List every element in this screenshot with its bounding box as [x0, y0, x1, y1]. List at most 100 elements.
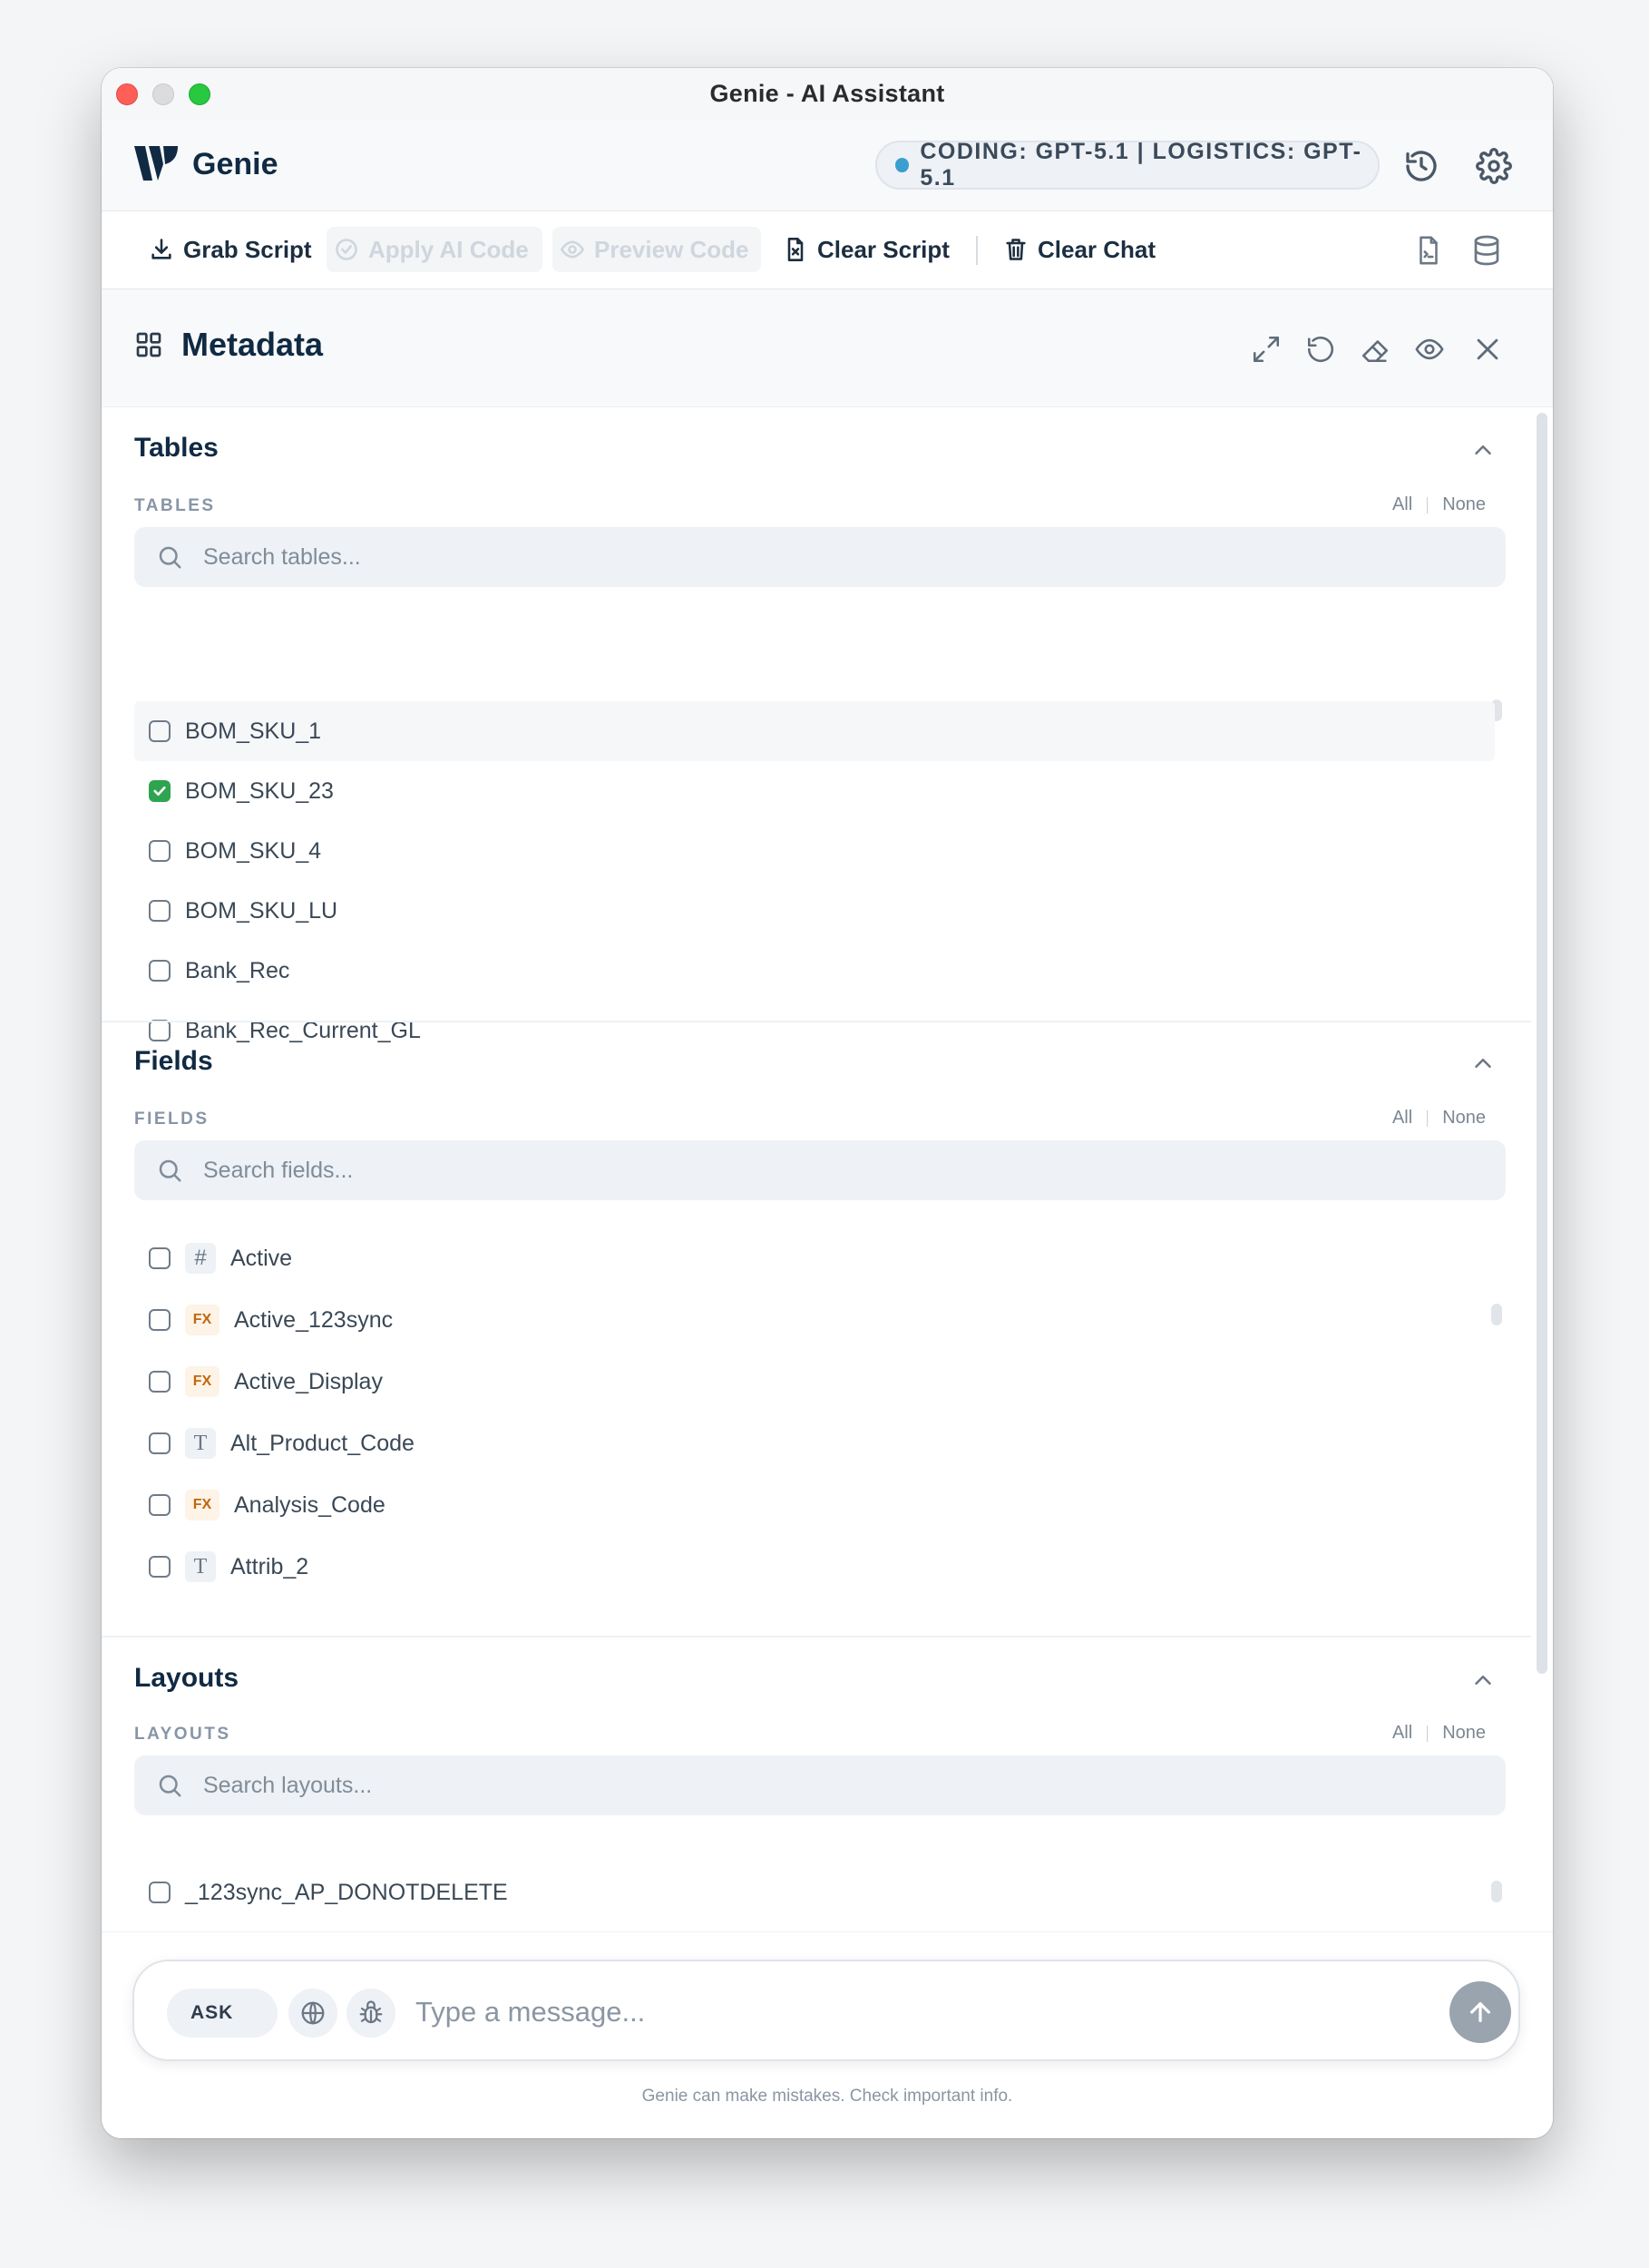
checkbox[interactable]: [149, 900, 171, 922]
history-icon[interactable]: [1402, 147, 1440, 185]
layouts-title: Layouts: [134, 1663, 239, 1693]
field-item[interactable]: T Alt_Product_Code: [134, 1413, 1495, 1474]
chevron-up-icon[interactable]: [1469, 436, 1497, 464]
brand: Genie: [132, 144, 278, 184]
model-status-text: CODING: GPT-5.1 | LOGISTICS: GPT-5.1: [920, 139, 1362, 191]
window-controls: [116, 83, 210, 105]
layout-item-label: _123sync_AP_DONOTDELETE: [185, 1879, 508, 1905]
minimize-window-button[interactable]: [152, 83, 174, 105]
grab-script-button[interactable]: Grab Script: [141, 227, 319, 272]
globe-icon[interactable]: [288, 1989, 337, 2038]
metadata-title: Metadata: [134, 326, 323, 364]
panel-scrollbar[interactable]: [1537, 413, 1547, 1674]
metadata-title-text: Metadata: [181, 326, 324, 363]
layouts-select-all[interactable]: All: [1392, 1723, 1412, 1744]
table-item[interactable]: BOM_SKU_1: [134, 701, 1495, 761]
chat-composer: ASK: [132, 1960, 1520, 2061]
apply-ai-code-label: Apply AI Code: [368, 235, 529, 263]
mode-toggle-button[interactable]: ASK: [167, 1989, 278, 2038]
chevron-up-icon[interactable]: [1469, 1667, 1497, 1694]
close-icon[interactable]: [1469, 331, 1506, 367]
eye-icon[interactable]: [1411, 331, 1448, 367]
fields-title: Fields: [134, 1046, 213, 1076]
checkbox[interactable]: [149, 960, 171, 982]
title-bar: Genie - AI Assistant: [102, 68, 1553, 120]
refresh-icon[interactable]: [1303, 331, 1339, 367]
fields-select-none[interactable]: None: [1442, 1108, 1486, 1129]
checkbox[interactable]: [149, 840, 171, 862]
expand-icon[interactable]: [1248, 331, 1284, 367]
table-item[interactable]: Bank_Rec: [134, 941, 1495, 1001]
grab-script-label: Grab Script: [183, 235, 312, 263]
close-window-button[interactable]: [116, 83, 138, 105]
clear-script-button[interactable]: Clear Script: [776, 227, 957, 272]
table-item[interactable]: BOM_SKU_4: [134, 821, 1495, 881]
settings-gear-icon[interactable]: [1475, 147, 1513, 185]
table-item[interactable]: BOM_SKU_LU: [134, 881, 1495, 941]
maximize-window-button[interactable]: [189, 83, 210, 105]
metadata-panel[interactable]: Tables TABLES All None BOM_SKU_1: [102, 407, 1531, 1931]
field-item[interactable]: # Active: [134, 1227, 1495, 1289]
field-item[interactable]: FX Active_123sync: [134, 1289, 1495, 1351]
chat-area: ASK Genie can make mistakes. Check impor…: [102, 1931, 1553, 2138]
clear-script-label: Clear Script: [817, 235, 950, 263]
script-file-icon[interactable]: [1410, 231, 1448, 269]
layouts-select-none[interactable]: None: [1442, 1723, 1486, 1744]
layout-item[interactable]: _123sync_AP_DONOTDELETE: [134, 1862, 1495, 1922]
table-item-label: BOM_SKU_LU: [185, 897, 338, 924]
fields-search[interactable]: [134, 1140, 1506, 1200]
layouts-search[interactable]: [134, 1755, 1506, 1815]
formula-type-icon: FX: [185, 1366, 220, 1397]
field-item-label: Active: [230, 1245, 293, 1271]
checkbox[interactable]: [149, 1247, 171, 1269]
field-item-label: Active_123sync: [234, 1306, 394, 1333]
field-item[interactable]: FX Analysis_Code: [134, 1474, 1495, 1536]
message-input[interactable]: [415, 1987, 1368, 2038]
toolbar: Grab Script Apply AI Code Preview Code C…: [102, 211, 1553, 289]
database-icon[interactable]: [1468, 231, 1506, 269]
fields-select-all[interactable]: All: [1392, 1108, 1412, 1129]
genie-logo-icon: [134, 146, 178, 181]
preview-code-button[interactable]: Preview Code: [552, 227, 761, 272]
table-item[interactable]: BOM_SKU_23: [134, 761, 1495, 821]
checkbox[interactable]: [149, 1432, 171, 1454]
fields-search-input[interactable]: [203, 1157, 1382, 1184]
bug-icon[interactable]: [346, 1989, 395, 2038]
number-type-icon: #: [185, 1243, 216, 1274]
checkbox[interactable]: [149, 1309, 171, 1331]
field-item[interactable]: T Attrib_2: [134, 1536, 1495, 1598]
search-icon: [159, 546, 181, 569]
field-item[interactable]: FX Active_Display: [134, 1351, 1495, 1413]
tables-select-all[interactable]: All: [1392, 494, 1412, 515]
formula-type-icon: FX: [185, 1490, 220, 1520]
file-x-icon: [787, 238, 804, 261]
layouts-section: Layouts LAYOUTS All None _123sync_AP_DON…: [102, 1637, 1531, 1931]
layouts-search-input[interactable]: [203, 1772, 1382, 1799]
tables-search-input[interactable]: [203, 543, 1382, 571]
clear-chat-button[interactable]: Clear Chat: [996, 227, 1163, 272]
app-header: Genie CODING: GPT-5.1 | LOGISTICS: GPT-5…: [102, 120, 1553, 211]
apply-ai-code-button[interactable]: Apply AI Code: [327, 227, 542, 272]
tables-subtitle: TABLES: [134, 496, 216, 515]
layouts-subtitle: LAYOUTS: [134, 1725, 231, 1744]
tables-search[interactable]: [134, 527, 1506, 587]
field-item-label: Alt_Product_Code: [230, 1430, 415, 1456]
model-status-badge[interactable]: CODING: GPT-5.1 | LOGISTICS: GPT-5.1: [875, 139, 1380, 191]
checkbox[interactable]: [149, 1371, 171, 1393]
field-item-label: Active_Display: [234, 1368, 383, 1394]
checkbox[interactable]: [149, 1556, 171, 1578]
arrow-up-icon: [1470, 2002, 1490, 2022]
fields-select-controls: All None: [1392, 1108, 1486, 1129]
fields-subtitle: FIELDS: [134, 1110, 210, 1129]
checkbox[interactable]: [149, 1494, 171, 1516]
layouts-list: _123sync_AP_DONOTDELETE: [134, 1862, 1495, 1922]
send-button[interactable]: [1449, 1981, 1511, 2043]
checkbox-checked[interactable]: [149, 780, 171, 802]
checkbox[interactable]: [149, 1882, 171, 1903]
checkbox[interactable]: [149, 720, 171, 742]
chevron-up-icon[interactable]: [1469, 1050, 1497, 1077]
tables-select-none[interactable]: None: [1442, 494, 1486, 515]
eraser-icon[interactable]: [1357, 331, 1393, 367]
search-icon: [159, 1159, 181, 1182]
field-item-label: Attrib_2: [230, 1553, 309, 1579]
